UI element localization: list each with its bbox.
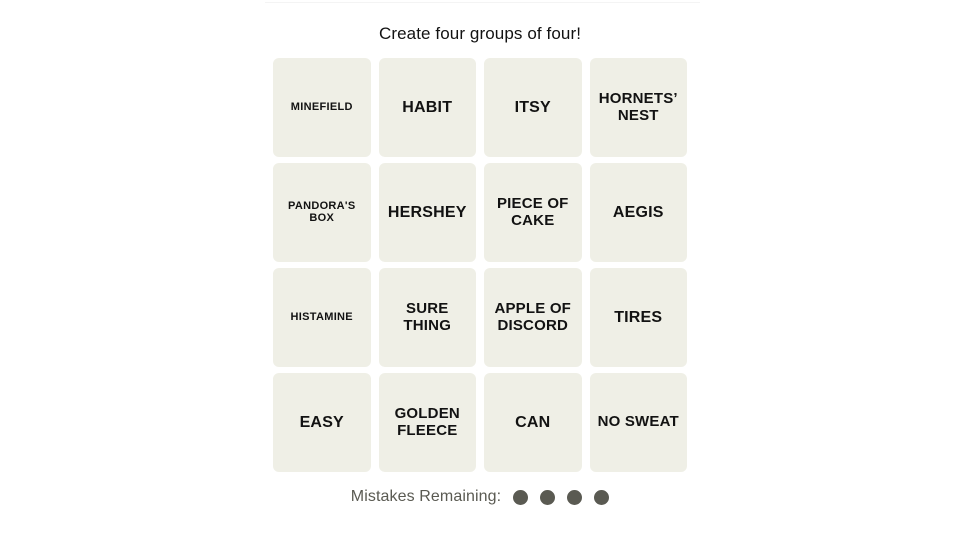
mistake-dot [540, 489, 556, 505]
word-tile[interactable]: HISTAMINE [273, 268, 371, 367]
word-tile-label: HISTAMINE [290, 310, 353, 323]
word-tile[interactable]: AEGIS [589, 163, 687, 262]
word-tile[interactable]: PIECE OF CAKE [484, 163, 582, 262]
word-tile[interactable]: EASY [273, 373, 371, 472]
word-tile-label: SURE THING [403, 300, 452, 334]
word-tile-label: NO SWEAT [597, 413, 679, 431]
mistake-dot [513, 489, 529, 505]
puzzle-board: MINEFIELD HABIT ITSY HORNETS’ NEST PANDORA'S… [273, 58, 687, 472]
connections-game-panel: Create four groups of four! MINEFIELD HAB… [0, 0, 960, 540]
word-tile[interactable]: PANDORA'S BOX [273, 163, 371, 262]
word-tile-label: AEGIS [612, 203, 664, 221]
mistake-dot [594, 489, 610, 505]
mistake-dot [567, 489, 583, 505]
app-root: Create four groups of four! MINEFIELD HAB… [0, 0, 960, 540]
word-tile-label: EASY [299, 413, 344, 431]
word-tile[interactable]: GOLDEN FLEECE [378, 373, 476, 472]
word-tile-label: PANDORA'S BOX [288, 199, 356, 224]
word-tile-label: HABIT [402, 98, 453, 116]
word-tile[interactable]: CAN [484, 373, 582, 472]
word-tile-label: MINEFIELD [290, 100, 353, 113]
mistakes-dots [513, 489, 610, 505]
word-tile-label: HORNETS’ NEST [598, 90, 678, 124]
mistakes-remaining-label: Mistakes Remaining: [350, 488, 502, 505]
word-tile-label: HERSHEY [387, 203, 467, 221]
instructions-text: Create four groups of four! [378, 24, 582, 43]
word-tile-label: PIECE OF CAKE [496, 195, 569, 229]
word-tile[interactable]: NO SWEAT [589, 373, 687, 472]
word-tile[interactable]: HERSHEY [378, 163, 476, 262]
word-tile-label: APPLE OF DISCORD [494, 300, 572, 334]
word-tile[interactable]: MINEFIELD [273, 58, 371, 157]
word-tile[interactable]: HABIT [378, 58, 476, 157]
word-tile-label: CAN [515, 413, 551, 431]
word-tile-label: ITSY [514, 98, 551, 116]
word-tile[interactable]: ITSY [484, 58, 582, 157]
word-tile[interactable]: TIRES [589, 268, 687, 367]
word-tile-label: GOLDEN FLEECE [394, 405, 460, 439]
word-tile-label: TIRES [614, 308, 663, 326]
word-tile[interactable]: SURE THING [378, 268, 476, 367]
word-tile[interactable]: HORNETS’ NEST [589, 58, 687, 157]
word-tile[interactable]: APPLE OF DISCORD [484, 268, 582, 367]
mistakes-footer: Mistakes Remaining: [350, 487, 610, 507]
